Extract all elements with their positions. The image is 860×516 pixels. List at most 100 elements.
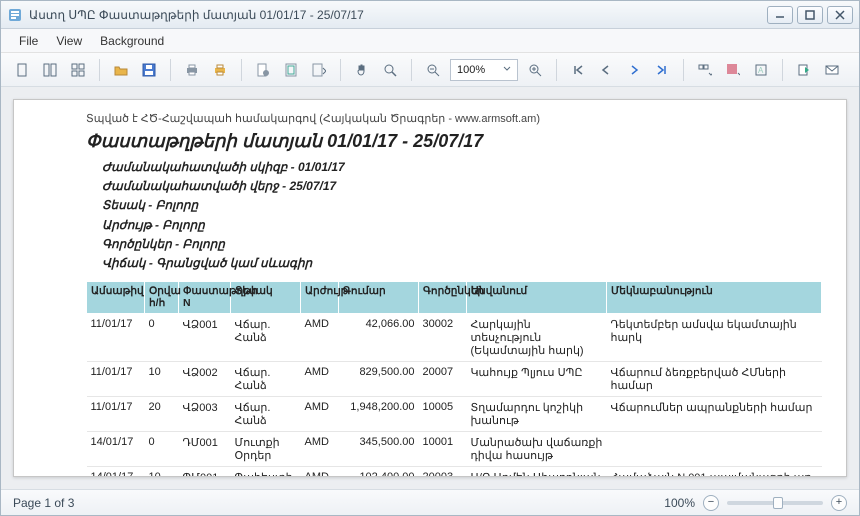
table-cell: Մուտքի Օրդեր	[231, 432, 301, 467]
table-cell: 20007	[419, 362, 467, 397]
table-cell: Վճար. Հանձ	[231, 397, 301, 432]
column-header: Փաստաթղթի N	[179, 282, 231, 314]
separator	[411, 59, 412, 81]
layout-single-icon[interactable]	[11, 59, 33, 81]
report-param: Տեսակ - Բոլորը	[102, 196, 846, 215]
save-icon[interactable]	[138, 59, 160, 81]
separator	[340, 59, 341, 81]
table-cell: Մանրածախ վաճառքի դիվա հասույթ	[467, 432, 607, 467]
table-cell: 10001	[419, 432, 467, 467]
menu-background[interactable]: Background	[100, 34, 164, 48]
maximize-button[interactable]	[797, 6, 823, 24]
table-cell: Պահեստի Մուտք	[231, 467, 301, 476]
report-page: Տպված է ՀԾ-Հաշվապահ համակարգով (Հայկական…	[13, 99, 847, 477]
table-cell: ՊՄ001	[179, 467, 231, 476]
prev-page-icon[interactable]	[595, 59, 617, 81]
last-page-icon[interactable]	[651, 59, 673, 81]
column-header: Ամսաթիվ	[87, 282, 145, 314]
table-row: 14/01/1710ՊՄ001Պահեստի ՄուտքAMD102,400.0…	[87, 467, 822, 476]
menu-file[interactable]: File	[19, 34, 38, 48]
multipage-dropdown-icon[interactable]	[694, 59, 716, 81]
table-cell: 20003	[419, 467, 467, 476]
next-page-icon[interactable]	[623, 59, 645, 81]
zoom-combobox[interactable]: 100%	[450, 59, 518, 81]
column-header: Անվանում	[467, 282, 607, 314]
zoom-label: 100%	[664, 496, 695, 510]
menu-view[interactable]: View	[56, 34, 82, 48]
table-cell: 10	[145, 362, 179, 397]
table-cell: Հարկային տեսչություն (Եկամտային հարկ)	[467, 314, 607, 362]
zoom-out-button[interactable]: −	[703, 495, 719, 511]
margins-icon[interactable]	[280, 59, 302, 81]
table-cell: 14/01/17	[87, 432, 145, 467]
report-params: Ժամանակահատվածի սկիզբ - 01/01/17Ժամանակա…	[14, 158, 846, 281]
report-param: Վիճակ - Գրանցված կամ սևագիր	[102, 254, 846, 273]
table-cell	[607, 432, 822, 467]
app-icon	[7, 7, 23, 23]
column-header: Գումար	[339, 282, 419, 314]
table-cell: ԴՄ001	[179, 432, 231, 467]
email-dropdown-icon[interactable]	[821, 59, 843, 81]
zoom-in-icon[interactable]	[524, 59, 546, 81]
chevron-down-icon	[503, 64, 511, 76]
table-cell: AMD	[301, 467, 339, 476]
table-cell: AMD	[301, 397, 339, 432]
table-cell: 11/01/17	[87, 397, 145, 432]
table-cell: 10	[145, 467, 179, 476]
export-dropdown-icon[interactable]	[793, 59, 815, 81]
watermark-icon[interactable]: A	[750, 59, 772, 81]
svg-text:A: A	[758, 66, 764, 75]
table-cell: AMD	[301, 432, 339, 467]
table-cell: 30002	[419, 314, 467, 362]
table-row: 11/01/1710ՎՁ002Վճար. ՀանձAMD829,500.0020…	[87, 362, 822, 397]
table-cell: Վճար. Հանձ	[231, 362, 301, 397]
separator	[782, 59, 783, 81]
magnifier-icon[interactable]	[379, 59, 401, 81]
open-icon[interactable]	[110, 59, 132, 81]
scale-dropdown-icon[interactable]	[308, 59, 330, 81]
zoom-in-button[interactable]: +	[831, 495, 847, 511]
table-cell: 829,500.00	[339, 362, 419, 397]
print-preview-icon[interactable]	[209, 59, 231, 81]
table-cell: 14/01/17	[87, 467, 145, 476]
first-page-icon[interactable]	[567, 59, 589, 81]
layout-grid-icon[interactable]	[67, 59, 89, 81]
background-dropdown-icon[interactable]	[722, 59, 744, 81]
close-button[interactable]	[827, 6, 853, 24]
table-cell: 11/01/17	[87, 314, 145, 362]
titlebar: Աստղ ՍՊԸ Փաստաթղթերի մատյան 01/01/17 - 2…	[1, 1, 859, 29]
table-cell: Վճար. Հանձ	[231, 314, 301, 362]
zoom-slider[interactable]	[727, 501, 823, 505]
table-cell: 102,400.00	[339, 467, 419, 476]
separator	[241, 59, 242, 81]
separator	[556, 59, 557, 81]
zoom-out-icon[interactable]	[422, 59, 444, 81]
minimize-button[interactable]	[767, 6, 793, 24]
hand-tool-icon[interactable]	[351, 59, 373, 81]
column-header: Օրվա հ/հ	[145, 282, 179, 314]
zoom-slider-thumb[interactable]	[773, 497, 783, 509]
table-cell: 20	[145, 397, 179, 432]
table-cell: 0	[145, 314, 179, 362]
table-cell: Ա/Ձ Արմեն Ահարոնյան	[467, 467, 607, 476]
table-cell: 345,500.00	[339, 432, 419, 467]
page-indicator: Page 1 of 3	[13, 496, 74, 510]
page-setup-icon[interactable]	[252, 59, 274, 81]
table-cell: Կահույք Պլյուս ՍՊԸ	[467, 362, 607, 397]
table-cell: 0	[145, 432, 179, 467]
table-cell: ՎՁ001	[179, 314, 231, 362]
separator	[170, 59, 171, 81]
table-cell: Տղամարդու կոշիկի խանութ	[467, 397, 607, 432]
layout-double-icon[interactable]	[39, 59, 61, 81]
table-row: 11/01/170ՎՁ001Վճար. ՀանձAMD42,066.003000…	[87, 314, 822, 362]
table-cell: AMD	[301, 362, 339, 397]
table-cell: Վճարում ձեռքբերված ՀՄների համար	[607, 362, 822, 397]
preview-area[interactable]: Տպված է ՀԾ-Հաշվապահ համակարգով (Հայկական…	[1, 87, 859, 489]
table-row: 11/01/1720ՎՁ003Վճար. ՀանձAMD1,948,200.00…	[87, 397, 822, 432]
report-param: Ժամանակահատվածի վերջ - 25/07/17	[102, 177, 846, 196]
toolbar: 100% A	[1, 53, 859, 87]
separator	[683, 59, 684, 81]
print-icon[interactable]	[181, 59, 203, 81]
report-param: Արժույթ - Բոլորը	[102, 216, 846, 235]
zoom-value: 100%	[457, 64, 485, 76]
